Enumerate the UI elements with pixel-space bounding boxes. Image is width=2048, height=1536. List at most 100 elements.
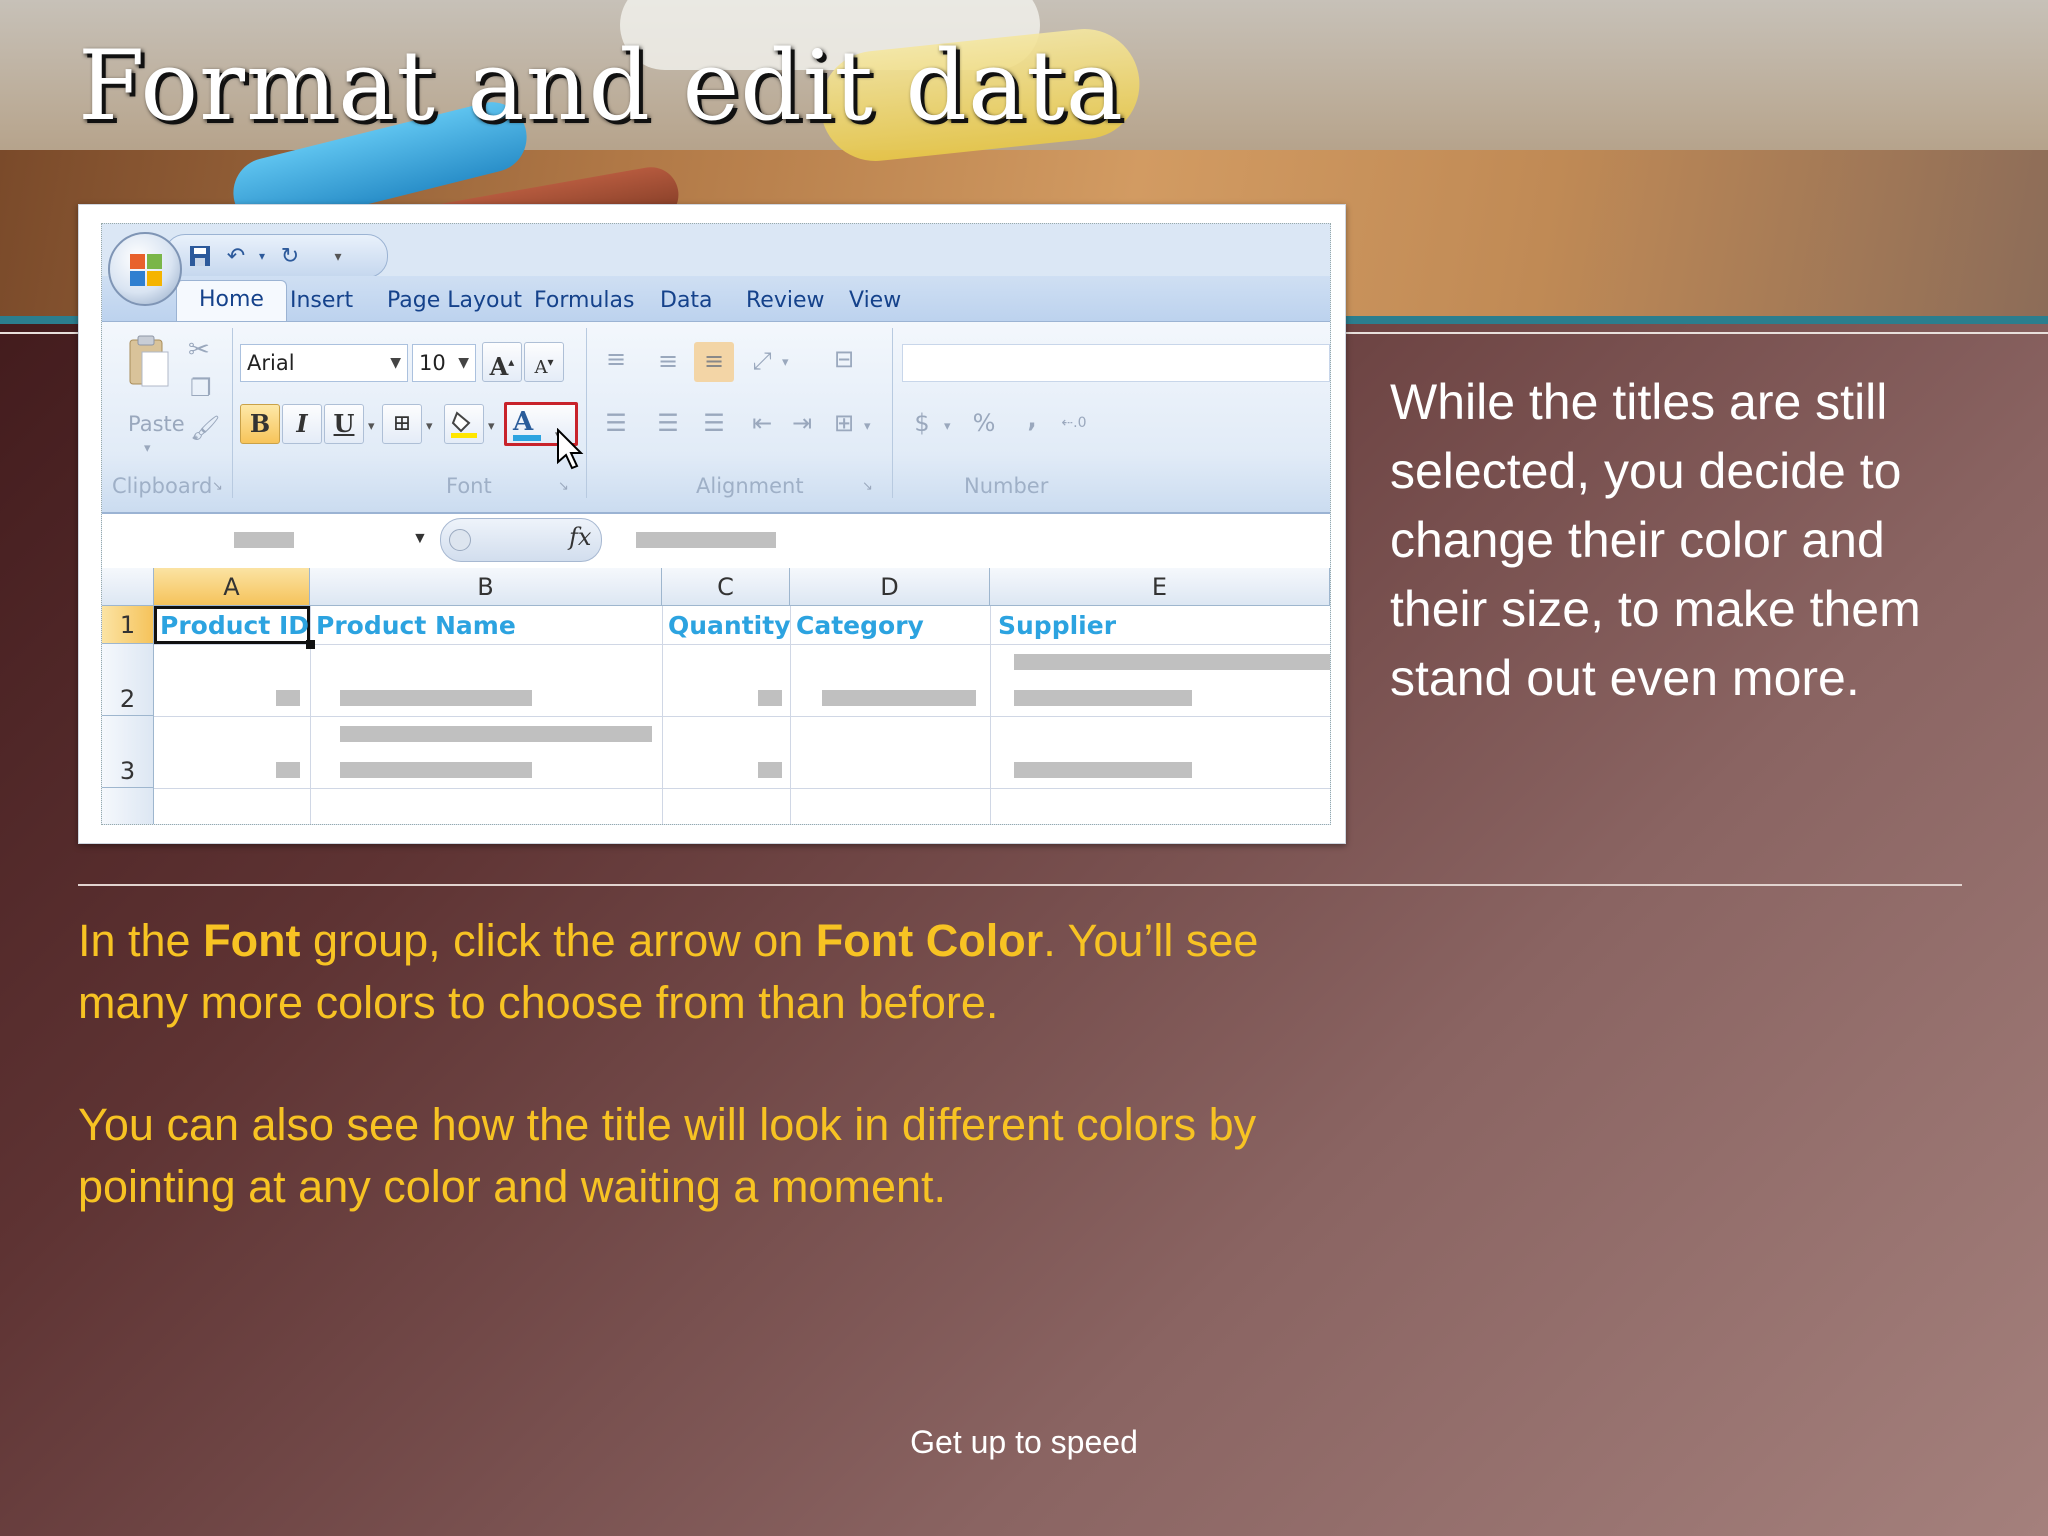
bottom-align-icon[interactable]: ≡ <box>694 342 734 382</box>
name-box-dropdown-icon[interactable]: ▼ <box>412 530 428 548</box>
italic-button[interactable]: I <box>282 404 322 444</box>
row-header-4[interactable] <box>102 788 154 824</box>
grow-font-icon: A <box>489 352 509 381</box>
underline-button[interactable]: U <box>324 404 364 444</box>
merge-center-icon[interactable]: ⊞ <box>824 404 864 444</box>
cell-a3[interactable] <box>276 762 300 778</box>
cell-d1[interactable]: Category <box>796 608 924 644</box>
redo-icon[interactable]: ↻ <box>277 245 303 267</box>
column-header-d[interactable]: D <box>790 568 990 606</box>
paste-dropdown-icon[interactable]: ▾ <box>144 440 151 456</box>
cell-a1[interactable]: Product ID <box>160 608 309 644</box>
quick-access-toolbar: ↶ ▾ ↻ ▾ <box>164 234 388 278</box>
fill-color-button[interactable] <box>444 404 484 444</box>
office-logo-icon <box>130 254 162 286</box>
top-align-icon[interactable]: ≡ <box>596 340 636 380</box>
clipboard-launcher-icon[interactable]: ↘ <box>212 478 223 494</box>
cell-b3-line2[interactable] <box>340 762 532 778</box>
insert-function-icon[interactable]: fx <box>569 523 591 551</box>
cell-b2[interactable] <box>340 690 532 706</box>
paste-icon[interactable] <box>126 332 170 388</box>
tab-review[interactable]: Review <box>746 288 825 313</box>
bold-button[interactable]: B <box>240 404 280 444</box>
cell-c3[interactable] <box>758 762 782 778</box>
borders-button[interactable]: ⊞ <box>382 404 422 444</box>
row-header-3[interactable]: 3 <box>102 716 154 788</box>
alignment-launcher-icon[interactable]: ↘ <box>862 478 873 494</box>
tab-page-layout[interactable]: Page Layout <box>387 288 522 313</box>
wrap-text-icon[interactable]: ⊟ <box>824 340 864 380</box>
paste-label[interactable]: Paste <box>128 412 185 436</box>
tab-home[interactable]: Home <box>176 280 287 325</box>
cell-e2-line2[interactable] <box>1014 690 1192 706</box>
worksheet-grid: A B C D E 1 2 3 Product ID Product Name … <box>102 568 1330 824</box>
undo-icon[interactable]: ↶ <box>223 245 249 267</box>
name-box-value[interactable] <box>234 532 294 548</box>
tab-insert[interactable]: Insert <box>290 288 353 313</box>
column-header-a[interactable]: A <box>154 568 310 606</box>
font-name-combo[interactable]: Arial ▼ <box>240 344 408 382</box>
currency-dropdown-icon[interactable]: ▾ <box>944 418 951 434</box>
percent-button[interactable]: % <box>964 404 1004 444</box>
cell-e3[interactable] <box>1014 762 1192 778</box>
row-header-1[interactable]: 1 <box>102 606 154 644</box>
undo-dropdown-icon[interactable]: ▾ <box>249 245 275 267</box>
number-format-combo[interactable] <box>902 344 1330 382</box>
cell-c2[interactable] <box>758 690 782 706</box>
middle-align-icon[interactable]: ≡ <box>648 342 688 382</box>
chevron-down-icon[interactable]: ▼ <box>390 345 401 381</box>
row-header-2[interactable]: 2 <box>102 644 154 716</box>
customize-qat-icon[interactable]: ▾ <box>325 245 351 267</box>
orientation-dropdown-icon[interactable]: ▾ <box>782 354 789 370</box>
font-launcher-icon[interactable]: ↘ <box>558 478 569 494</box>
fill-color-dropdown-icon[interactable]: ▾ <box>488 418 495 434</box>
underline-dropdown-icon[interactable]: ▾ <box>368 418 375 434</box>
align-right-icon[interactable]: ☰ <box>694 404 734 444</box>
chevron-down-icon[interactable]: ▼ <box>458 345 469 381</box>
cell-a2[interactable] <box>276 690 300 706</box>
group-separator <box>586 328 587 498</box>
borders-icon: ⊞ <box>392 411 412 436</box>
tab-formulas[interactable]: Formulas <box>534 288 634 313</box>
column-header-e[interactable]: E <box>990 568 1330 606</box>
shrink-font-button[interactable]: A▾ <box>524 342 564 382</box>
format-painter-icon[interactable]: 🖌 <box>190 414 220 443</box>
increase-indent-icon[interactable]: ⇥ <box>782 404 822 444</box>
save-icon[interactable] <box>187 245 213 267</box>
side-description: While the titles are still selected, you… <box>1390 374 1921 706</box>
cell-c1[interactable]: Quantity <box>668 608 791 644</box>
align-left-icon[interactable]: ☰ <box>596 404 636 444</box>
borders-dropdown-icon[interactable]: ▾ <box>426 418 433 434</box>
slide-title: Format and edit data <box>78 30 1124 142</box>
cell-b3-line1[interactable] <box>340 726 652 742</box>
instruction-text: In the <box>78 915 204 966</box>
orientation-icon[interactable]: ⤢ <box>742 342 782 382</box>
office-button[interactable] <box>108 232 182 306</box>
formula-input-value[interactable] <box>636 532 776 548</box>
cell-b1[interactable]: Product Name <box>316 608 516 644</box>
currency-button[interactable]: $ <box>902 404 942 444</box>
select-all-corner[interactable] <box>102 568 154 606</box>
column-header-c[interactable]: C <box>662 568 790 606</box>
comma-button[interactable]: , <box>1012 400 1052 440</box>
group-separator <box>232 328 233 498</box>
copy-icon[interactable]: ❐ <box>190 374 212 403</box>
tab-view[interactable]: View <box>849 288 901 313</box>
cell-e2-line1[interactable] <box>1014 654 1330 670</box>
cut-icon[interactable]: ✂ <box>188 334 210 365</box>
cell-e1[interactable]: Supplier <box>998 608 1116 644</box>
font-size-combo[interactable]: 10 ▼ <box>412 344 476 382</box>
ribbon: Paste ▾ ✂ ❐ 🖌 Clipboard ↘ Arial ▼ 10 ▼ A… <box>102 321 1330 512</box>
formula-bar: ▼ fx <box>102 512 1330 570</box>
cell-d2[interactable] <box>822 690 976 706</box>
increase-decimal-icon[interactable]: ⇠.0 <box>1054 404 1094 444</box>
group-separator <box>892 328 893 498</box>
merge-dropdown-icon[interactable]: ▾ <box>864 418 871 434</box>
grow-font-button[interactable]: A▴ <box>482 342 522 382</box>
column-header-b[interactable]: B <box>310 568 662 606</box>
resize-handle-icon[interactable] <box>449 529 471 551</box>
tab-data[interactable]: Data <box>660 288 713 313</box>
center-icon[interactable]: ☰ <box>648 404 688 444</box>
group-label-clipboard: Clipboard <box>112 474 213 498</box>
decrease-indent-icon[interactable]: ⇤ <box>742 404 782 444</box>
